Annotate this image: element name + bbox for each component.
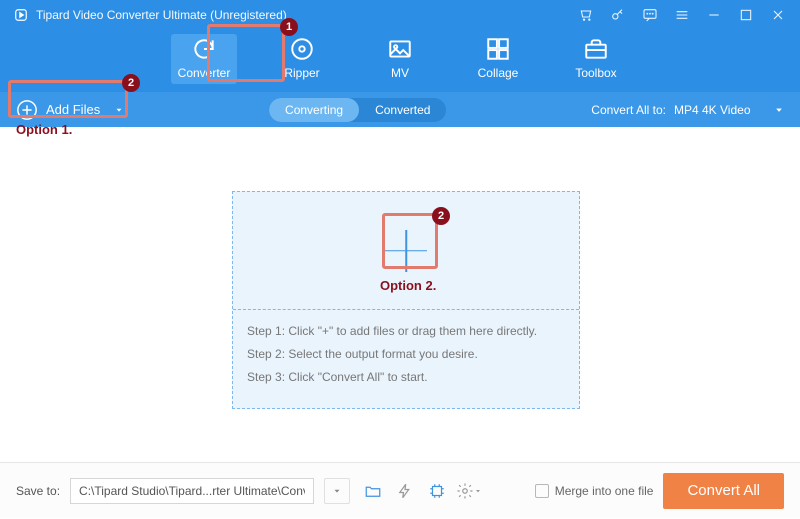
drop-zone-upper [233, 192, 579, 310]
main-tabs: Converter Ripper MV Collage Toolbox [0, 28, 800, 92]
convert-all-button[interactable]: Convert All [663, 473, 784, 509]
main-area: Step 1: Click "+" to add files or drag t… [0, 127, 800, 462]
tab-converter[interactable]: Converter [171, 34, 237, 84]
app-title: Tipard Video Converter Ultimate (Unregis… [36, 8, 287, 22]
disc-icon [289, 36, 315, 62]
checkbox-icon [535, 484, 549, 498]
save-path-input[interactable] [70, 478, 314, 504]
cart-icon[interactable] [578, 7, 594, 23]
app-logo-icon [14, 8, 28, 22]
footer-bar: Save to: Merge into one file Conver [0, 462, 800, 518]
add-files-button[interactable]: Add Files [16, 99, 124, 121]
gear-icon [456, 482, 474, 500]
save-to-label: Save to: [16, 484, 60, 498]
add-files-label: Add Files [46, 102, 100, 117]
drop-zone[interactable]: Step 1: Click "+" to add files or drag t… [232, 191, 580, 409]
chevron-down-icon [474, 487, 482, 495]
open-folder-button[interactable] [360, 478, 386, 504]
tab-ripper[interactable]: Ripper [269, 34, 335, 84]
convert-all-to-label: Convert All to: [591, 103, 666, 117]
chip-icon [428, 482, 446, 500]
collage-icon [485, 36, 511, 62]
key-icon[interactable] [610, 7, 626, 23]
image-icon [387, 36, 413, 62]
tab-label: Ripper [284, 66, 319, 80]
hw-accel-button[interactable] [392, 478, 418, 504]
settings-button[interactable] [456, 478, 482, 504]
minimize-icon[interactable] [706, 7, 722, 23]
gpu-button[interactable] [424, 478, 450, 504]
merge-label: Merge into one file [555, 484, 654, 498]
status-segment: Converting Converted [269, 98, 446, 122]
instruction-steps: Step 1: Click "+" to add files or drag t… [233, 310, 579, 398]
path-dropdown-button[interactable] [324, 478, 350, 504]
tab-toolbox[interactable]: Toolbox [563, 34, 629, 84]
close-icon[interactable] [770, 7, 786, 23]
maximize-icon[interactable] [738, 7, 754, 23]
chevron-down-icon [114, 105, 124, 115]
step-text: Step 2: Select the output format you des… [247, 343, 565, 366]
title-bar: Tipard Video Converter Ultimate (Unregis… [0, 0, 800, 28]
convert-all-to-value: MP4 4K Video [674, 103, 766, 117]
toolbox-icon [583, 36, 609, 62]
tab-label: Collage [478, 66, 519, 80]
tab-label: MV [391, 66, 409, 80]
folder-icon [364, 482, 382, 500]
chevron-down-icon [332, 486, 342, 496]
tab-collage[interactable]: Collage [465, 34, 531, 84]
chevron-down-icon [774, 105, 784, 115]
feedback-icon[interactable] [642, 7, 658, 23]
plus-circle-icon [16, 99, 38, 121]
step-text: Step 3: Click "Convert All" to start. [247, 366, 565, 389]
merge-checkbox[interactable]: Merge into one file [535, 484, 654, 498]
tab-label: Toolbox [575, 66, 616, 80]
convert-icon [191, 36, 217, 62]
convert-all-to[interactable]: Convert All to: MP4 4K Video [591, 103, 784, 117]
tab-label: Converter [178, 66, 231, 80]
step-text: Step 1: Click "+" to add files or drag t… [247, 320, 565, 343]
segment-converting[interactable]: Converting [269, 98, 359, 122]
big-plus-button[interactable] [381, 226, 431, 276]
header: Tipard Video Converter Ultimate (Unregis… [0, 0, 800, 92]
menu-icon[interactable] [674, 7, 690, 23]
tab-mv[interactable]: MV [367, 34, 433, 84]
bolt-icon [396, 482, 414, 500]
segment-converted[interactable]: Converted [359, 98, 446, 122]
sub-bar: Add Files Converting Converted Convert A… [0, 92, 800, 127]
